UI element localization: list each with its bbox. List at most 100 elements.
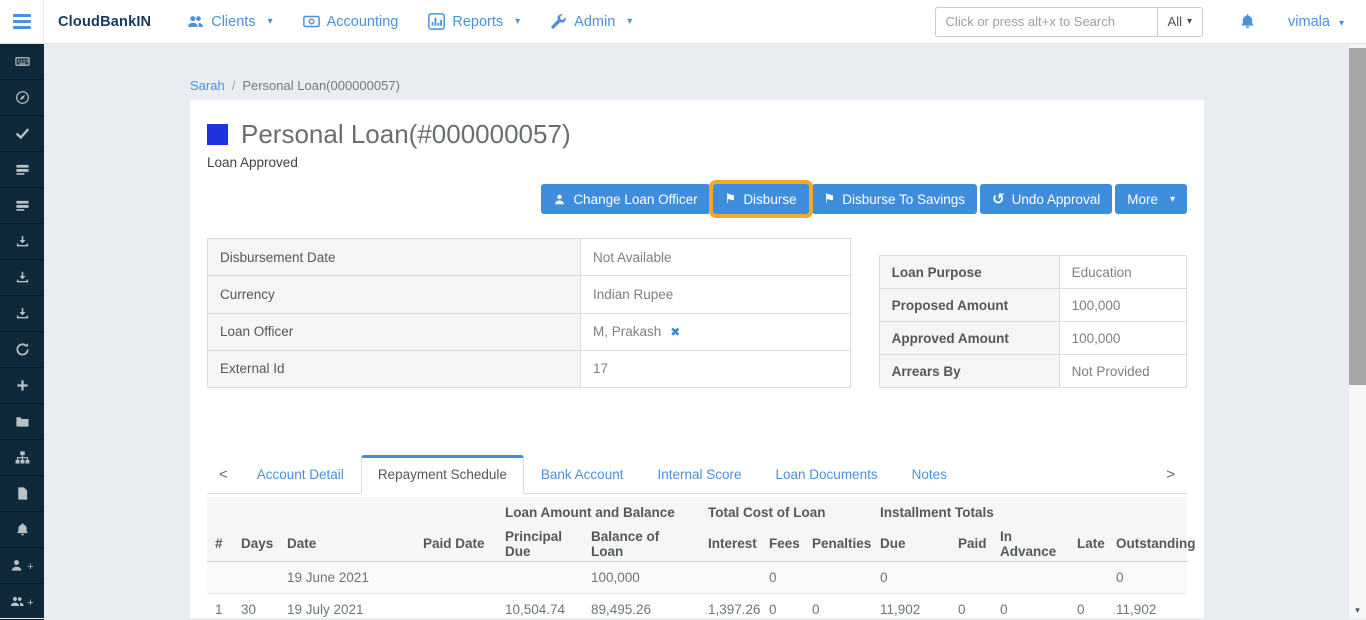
sidebar-item-dashboard[interactable] <box>0 80 44 116</box>
folder-icon <box>15 414 30 429</box>
col-late: Late <box>1069 527 1108 561</box>
sidebar-item-list-2[interactable] <box>0 188 44 224</box>
sidebar-item-disburse-3[interactable] <box>0 296 44 332</box>
sidebar-item-refresh[interactable] <box>0 332 44 368</box>
tab-notes[interactable]: Notes <box>895 456 964 493</box>
keyboard-icon <box>15 54 30 69</box>
cell <box>804 561 872 593</box>
breadcrumb: Sarah/Personal Loan(000000057) <box>190 78 1366 94</box>
loan-details: Disbursement Date Not Available Currency… <box>207 238 1187 388</box>
menu-toggle-button[interactable] <box>0 0 44 43</box>
sidebar-item-notifications[interactable] <box>0 512 44 548</box>
checkmark-icon <box>15 126 30 141</box>
table-row: Arrears By Not Provided <box>879 355 1186 388</box>
sidebar-item-hierarchy[interactable] <box>0 440 44 476</box>
sidebar-item-add-client[interactable] <box>0 548 44 584</box>
cell: 0 <box>1108 561 1187 593</box>
search-input[interactable] <box>935 7 1157 37</box>
search-scope-dropdown[interactable]: All <box>1157 7 1203 37</box>
left-sidebar <box>0 44 44 618</box>
change-loan-officer-button[interactable]: Change Loan Officer <box>541 184 709 214</box>
vertical-scrollbar[interactable] <box>1349 44 1366 618</box>
sidebar-item-list-1[interactable] <box>0 152 44 188</box>
disburse-to-savings-button[interactable]: Disburse To Savings <box>812 184 977 214</box>
navbar-right: All vimala <box>935 7 1344 37</box>
more-button[interactable]: More <box>1115 184 1187 214</box>
col-fees: Fees <box>761 527 804 561</box>
col-in-advance: In Advance <box>992 527 1069 561</box>
group-header-cost: Total Cost of Loan <box>700 497 872 527</box>
loan-details-table-right: Loan Purpose Education Proposed Amount 1… <box>879 255 1187 388</box>
col-num: # <box>207 527 233 561</box>
change-loan-officer-label: Change Loan Officer <box>573 192 697 207</box>
download-icon <box>15 270 30 285</box>
remove-loan-officer-icon[interactable] <box>670 325 680 339</box>
nav-reports-label: Reports <box>452 14 503 30</box>
page-title: Personal Loan(#000000057) <box>241 119 571 150</box>
cell: 0 <box>872 561 950 593</box>
scrollbar-down-arrow[interactable] <box>1349 605 1366 616</box>
breadcrumb-client-link[interactable]: Sarah <box>190 78 225 93</box>
top-navbar: CloudBankIN Clients Accounting Reports A… <box>0 0 1366 44</box>
sidebar-item-disburse-2[interactable] <box>0 260 44 296</box>
tab-repayment-schedule[interactable]: Repayment Schedule <box>361 455 524 494</box>
plus-icon <box>15 378 30 393</box>
loan-status-square <box>207 124 228 145</box>
table-row: Loan Officer M, Prakash <box>208 313 851 350</box>
detail-label: Proposed Amount <box>879 289 1059 322</box>
sidebar-item-files[interactable] <box>0 404 44 440</box>
col-paid: Paid <box>950 527 992 561</box>
sidebar-item-disburse-1[interactable] <box>0 224 44 260</box>
disburse-button[interactable]: Disburse <box>713 184 809 214</box>
col-penalties: Penalties <box>804 527 872 561</box>
sidebar-item-add[interactable] <box>0 368 44 404</box>
tab-bank-account[interactable]: Bank Account <box>524 456 641 493</box>
detail-value: 100,000 <box>1059 322 1186 355</box>
nav-admin[interactable]: Admin <box>550 13 632 30</box>
scrollbar-thumb[interactable] <box>1349 48 1366 385</box>
sidebar-item-keyboard[interactable] <box>0 44 44 80</box>
col-principal-due: Principal Due <box>497 527 583 561</box>
detail-value: Education <box>1059 256 1186 289</box>
undo-approval-button[interactable]: Undo Approval <box>980 184 1112 214</box>
cell: 0 <box>992 593 1069 618</box>
loan-details-table-left: Disbursement Date Not Available Currency… <box>207 238 851 388</box>
col-outstanding: Outstanding <box>1108 527 1187 561</box>
col-date: Date <box>279 527 415 561</box>
notifications-button[interactable] <box>1239 13 1256 30</box>
table-row: Approved Amount 100,000 <box>879 322 1186 355</box>
nav-clients[interactable]: Clients <box>187 13 272 30</box>
bell-icon <box>1239 13 1256 30</box>
sidebar-item-documents[interactable] <box>0 476 44 512</box>
tab-internal-score[interactable]: Internal Score <box>640 456 758 493</box>
sidebar-item-approvals[interactable] <box>0 116 44 152</box>
tabs-scroll-right[interactable]: > <box>1154 458 1187 491</box>
cell <box>992 561 1069 593</box>
undo-approval-label: Undo Approval <box>1012 192 1101 207</box>
cell: 11,902 <box>1108 593 1187 618</box>
cell: 30 <box>233 593 279 618</box>
tabs-scroll-left[interactable]: < <box>207 458 240 491</box>
sidebar-item-add-group[interactable] <box>0 584 44 620</box>
col-balance: Balance of Loan <box>583 527 700 561</box>
refresh-icon <box>15 342 30 357</box>
loan-actions: Change Loan Officer Disburse Disburse To… <box>207 184 1187 214</box>
cell <box>497 561 583 593</box>
nav-clients-label: Clients <box>211 14 255 30</box>
document-icon <box>15 486 30 501</box>
detail-label: Loan Purpose <box>879 256 1059 289</box>
nav-admin-label: Admin <box>574 14 615 30</box>
breadcrumb-current: Personal Loan(000000057) <box>242 78 400 93</box>
nav-accounting[interactable]: Accounting <box>303 13 399 30</box>
detail-label: Approved Amount <box>879 322 1059 355</box>
bar-chart-icon <box>428 13 445 30</box>
tab-loan-documents[interactable]: Loan Documents <box>759 456 895 493</box>
cell: 11,902 <box>872 593 950 618</box>
nav-reports[interactable]: Reports <box>428 13 520 30</box>
user-menu[interactable]: vimala <box>1288 14 1344 30</box>
cell: 0 <box>761 593 804 618</box>
schedule-group-header-row: Loan Amount and Balance Total Cost of Lo… <box>207 497 1187 527</box>
table-row: Proposed Amount 100,000 <box>879 289 1186 322</box>
table-row: 1 30 19 July 2021 10,504.74 89,495.26 1,… <box>207 593 1187 618</box>
tab-account-detail[interactable]: Account Detail <box>240 456 361 493</box>
